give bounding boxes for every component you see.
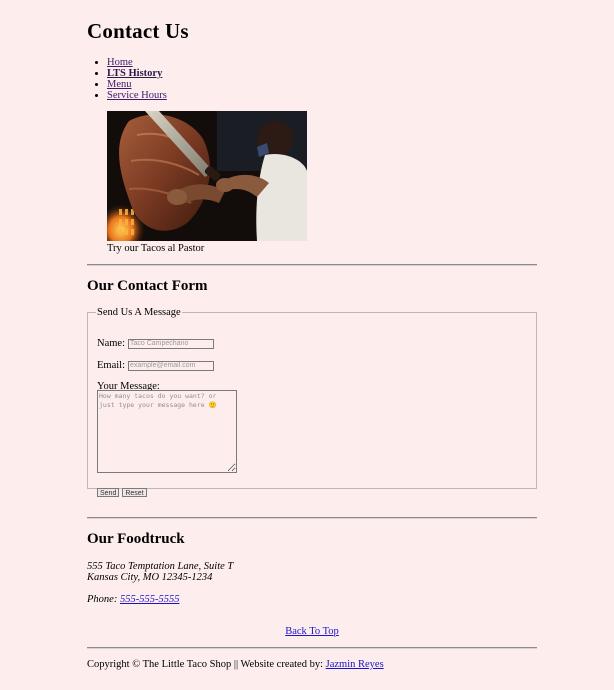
name-input[interactable] (128, 338, 214, 349)
phone-label: Phone: (87, 594, 118, 605)
page-title: Contact Us (87, 19, 189, 43)
email-input[interactable] (128, 360, 214, 371)
nav-item-service-hours: Service Hours (107, 90, 167, 101)
nav-link-history[interactable]: LTS History (107, 68, 162, 79)
name-row: Name: (97, 338, 214, 349)
divider (87, 517, 537, 519)
footer-copyright: Copyright © The Little Taco Shop || Webs… (87, 659, 324, 670)
address-line-2: Kansas City, MO 12345-1234 (87, 572, 213, 583)
nav-link-service-hours[interactable]: Service Hours (107, 90, 167, 101)
nav-item-home: Home (107, 57, 167, 68)
footer-author-link[interactable]: Jazmin Reyes (326, 659, 384, 670)
back-to-top-link[interactable]: Back To Top (285, 626, 339, 637)
email-label: Email: (97, 360, 125, 371)
foodtruck-address: 555 Taco Temptation Lane, Suite T Kansas… (87, 561, 233, 583)
divider (87, 647, 537, 649)
contact-form: Send Us A Message Name: Email: Your Mess… (87, 307, 537, 497)
message-textarea[interactable] (97, 390, 237, 473)
contact-form-heading: Our Contact Form (87, 278, 208, 294)
nav-link-home[interactable]: Home (107, 57, 133, 68)
hero-caption: Try our Tacos al Pastor (107, 243, 205, 254)
hero-image (107, 111, 307, 241)
phone-link[interactable]: 555-555-5555 (120, 594, 180, 605)
foodtruck-heading: Our Foodtruck (87, 531, 185, 547)
contact-form-legend: Send Us A Message (97, 307, 181, 318)
name-label: Name: (97, 338, 125, 349)
send-button[interactable]: Send (97, 488, 120, 497)
form-buttons: Send Reset (97, 488, 147, 497)
reset-button[interactable]: Reset (122, 488, 147, 497)
address-line-1: 555 Taco Temptation Lane, Suite T (87, 561, 234, 572)
email-row: Email: (97, 360, 214, 371)
footer: Copyright © The Little Taco Shop || Webs… (87, 659, 384, 670)
divider (87, 264, 537, 266)
main-nav: Home LTS History Menu Service Hours (87, 57, 167, 101)
foodtruck-phone: Phone: 555-555-5555 (87, 594, 179, 605)
nav-item-history: LTS History (107, 68, 167, 79)
nav-link-menu[interactable]: Menu (107, 79, 132, 90)
nav-item-menu: Menu (107, 79, 167, 90)
back-to-top: Back To Top (87, 626, 537, 637)
